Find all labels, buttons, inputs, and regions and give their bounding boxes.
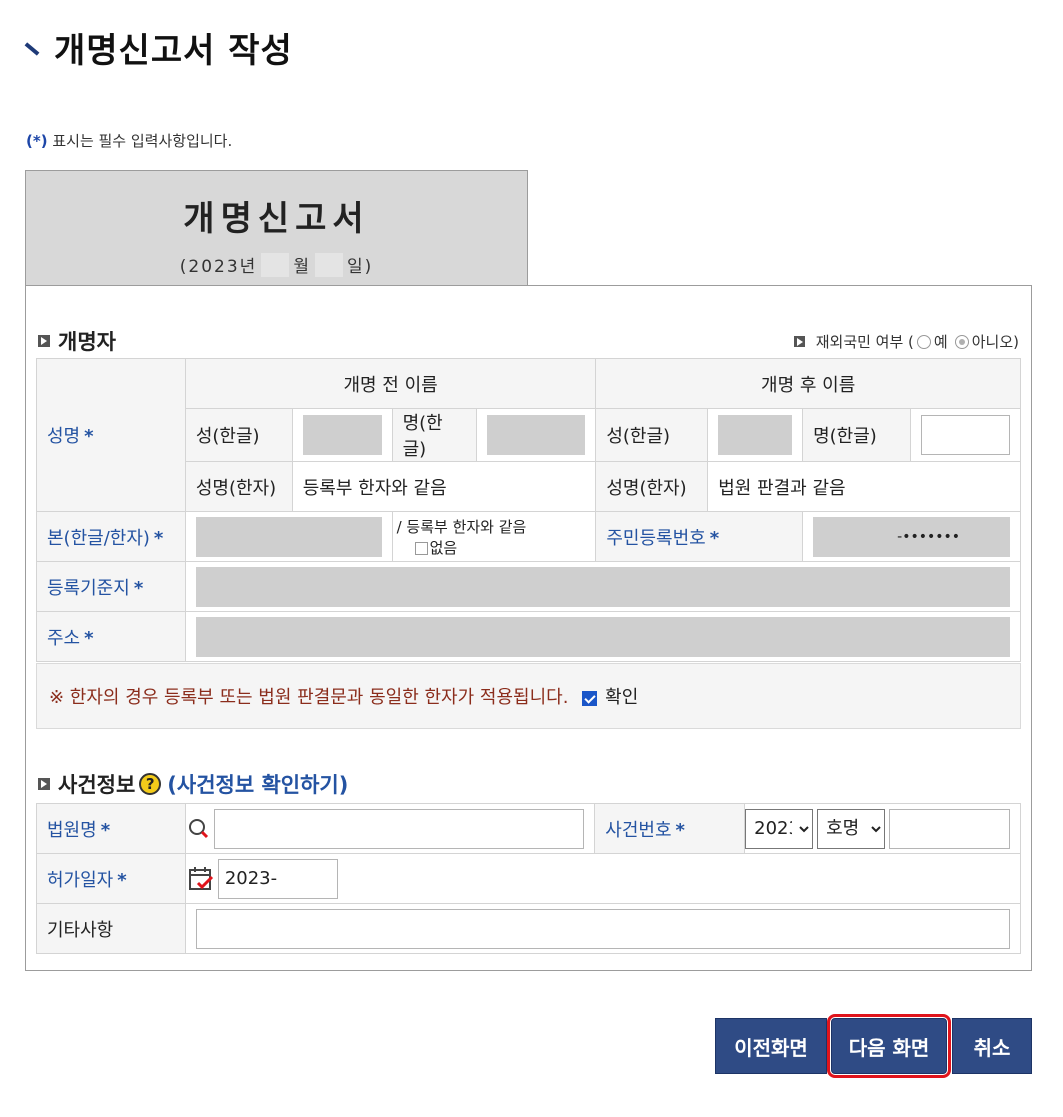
- bon-same-label: / 등록부 한자와 같음: [396, 517, 527, 536]
- before-given-cell: [475, 408, 597, 462]
- required-note: (*) 표시는 필수 입력사항입니다.: [26, 130, 232, 151]
- confirm-option: 확인: [582, 683, 638, 709]
- bon-label: 본(한글/한자) *: [36, 511, 186, 562]
- base-address-cell: [184, 561, 1022, 612]
- name-label: 성명 *: [36, 358, 186, 512]
- permit-date-label: 허가일자 *: [36, 853, 186, 904]
- none-label: 없음: [429, 538, 458, 557]
- help-icon[interactable]: ?: [139, 773, 162, 795]
- case-section-label: 사건정보: [58, 773, 136, 797]
- after-hanja-value: 법원 판결과 같음: [707, 461, 1021, 512]
- rrn-label: 주민등록번호 *: [595, 511, 804, 562]
- after-surname-cell: [707, 408, 804, 462]
- court-label: 법원명 *: [36, 803, 186, 854]
- etc-label: 기타사항: [36, 903, 186, 954]
- required-note-star: (*): [26, 132, 48, 150]
- page-title: 개명신고서 작성: [24, 22, 293, 72]
- renamer-section-title: 개명자: [38, 326, 116, 356]
- bon-same-text: / 등록부 한자와 같음 없음: [391, 511, 597, 562]
- case-table: 법원명 * 사건번호 * 2023 호명 허가일자 * 2023- 기타사항: [36, 803, 1022, 954]
- after-given-label: 명(한글): [802, 408, 912, 462]
- court-cell: [184, 803, 596, 854]
- permit-date-cell: 2023-: [184, 853, 1022, 904]
- hanja-notice: ※ 한자의 경우 등록부 또는 법원 판결문과 동일한 한자가 적용됩니다. 확…: [36, 663, 1021, 729]
- before-hanja-value: 등록부 한자와 같음: [291, 461, 597, 512]
- next-button[interactable]: 다음 화면: [827, 1014, 951, 1078]
- etc-input[interactable]: [195, 908, 1010, 949]
- after-surname-field: [718, 415, 793, 455]
- before-surname-label: 성(한글): [184, 408, 293, 462]
- after-surname-label: 성(한글): [595, 408, 709, 462]
- before-given-label: 명(한글): [391, 408, 477, 462]
- notice-text: ※ 한자의 경우 등록부 또는 법원 판결문과 동일한 한자가 적용됩니다.: [49, 687, 569, 708]
- abroad-no-label: 아니오): [971, 333, 1019, 351]
- case-number-input[interactable]: [889, 808, 1010, 849]
- case-section-title: 사건정보 ? (사건정보 확인하기): [38, 769, 348, 799]
- none-checkbox[interactable]: [414, 541, 428, 555]
- form-day-blank: [314, 252, 343, 277]
- abroad-option: 재외국민 여부 ( 예 아니오): [793, 331, 1019, 352]
- case-number-label: 사건번호 *: [594, 803, 746, 854]
- before-surname-cell: [291, 408, 393, 462]
- case-check-link[interactable]: (사건정보 확인하기): [167, 769, 348, 799]
- renamer-table: 성명 * 개명 전 이름 개명 후 이름 성(한글) 명(한글) 성(한글) 명(…: [36, 358, 1022, 662]
- after-name-header: 개명 후 이름: [595, 358, 1021, 409]
- prev-button[interactable]: 이전화면: [715, 1018, 827, 1074]
- cancel-button[interactable]: 취소: [952, 1018, 1032, 1074]
- title-tick-icon: [24, 42, 40, 56]
- bon-field: [195, 516, 382, 557]
- abroad-no-radio[interactable]: [954, 334, 969, 349]
- confirm-label: 확인: [605, 687, 639, 708]
- base-address-field: [195, 566, 1010, 607]
- abroad-yes-label: 예: [933, 333, 948, 351]
- abroad-label: 재외국민 여부 (: [815, 333, 914, 351]
- form-date: (2023년 월 일): [26, 252, 527, 277]
- form-box: 개명자 재외국민 여부 ( 예 아니오) 성명 * 개명 전 이름 개명 후 이름…: [25, 285, 1032, 971]
- form-date-month: 월: [293, 257, 311, 277]
- rrn-field: -•••••••: [813, 516, 1010, 557]
- search-icon[interactable]: [188, 818, 210, 840]
- confirm-checkbox[interactable]: [582, 690, 598, 706]
- before-hanja-label: 성명(한자): [184, 461, 293, 512]
- case-type-select[interactable]: 호명: [817, 808, 886, 849]
- form-date-day: 일): [346, 257, 374, 277]
- case-bullet-icon: [38, 778, 50, 790]
- none-option: 없음: [414, 538, 458, 557]
- permit-date-input[interactable]: 2023-: [217, 858, 338, 899]
- address-cell: [184, 611, 1022, 662]
- etc-cell: [184, 903, 1022, 954]
- base-address-label: 등록기준지 *: [36, 561, 186, 612]
- after-given-cell: [910, 408, 1021, 462]
- form-title: 개명신고서: [183, 199, 370, 239]
- abroad-bullet-icon: [793, 336, 805, 347]
- abroad-yes-radio[interactable]: [916, 334, 931, 349]
- before-surname-field: [302, 415, 382, 455]
- renamer-section-label: 개명자: [58, 330, 116, 354]
- address-field: [195, 616, 1010, 657]
- form-month-blank: [261, 252, 290, 277]
- address-label: 주소 *: [36, 611, 186, 662]
- section-bullet-icon: [38, 335, 50, 347]
- form-header: 개명신고서 (2023년 월 일): [25, 170, 528, 286]
- after-given-input[interactable]: [921, 415, 1010, 455]
- rrn-mask: -•••••••: [897, 528, 960, 545]
- after-hanja-label: 성명(한자): [595, 461, 709, 512]
- form-date-prefix: (2023년: [179, 257, 258, 277]
- page-title-text: 개명신고서 작성: [54, 30, 293, 71]
- before-given-field: [486, 415, 586, 455]
- court-input[interactable]: [213, 808, 585, 849]
- case-number-cell: 2023 호명: [744, 803, 1021, 854]
- bon-cell: [184, 511, 393, 562]
- required-note-text: 표시는 필수 입력사항입니다.: [52, 132, 233, 150]
- before-name-header: 개명 전 이름: [184, 358, 597, 409]
- case-year-select[interactable]: 2023: [745, 808, 814, 849]
- rrn-cell: -•••••••: [802, 511, 1021, 562]
- calendar-icon[interactable]: [188, 866, 214, 892]
